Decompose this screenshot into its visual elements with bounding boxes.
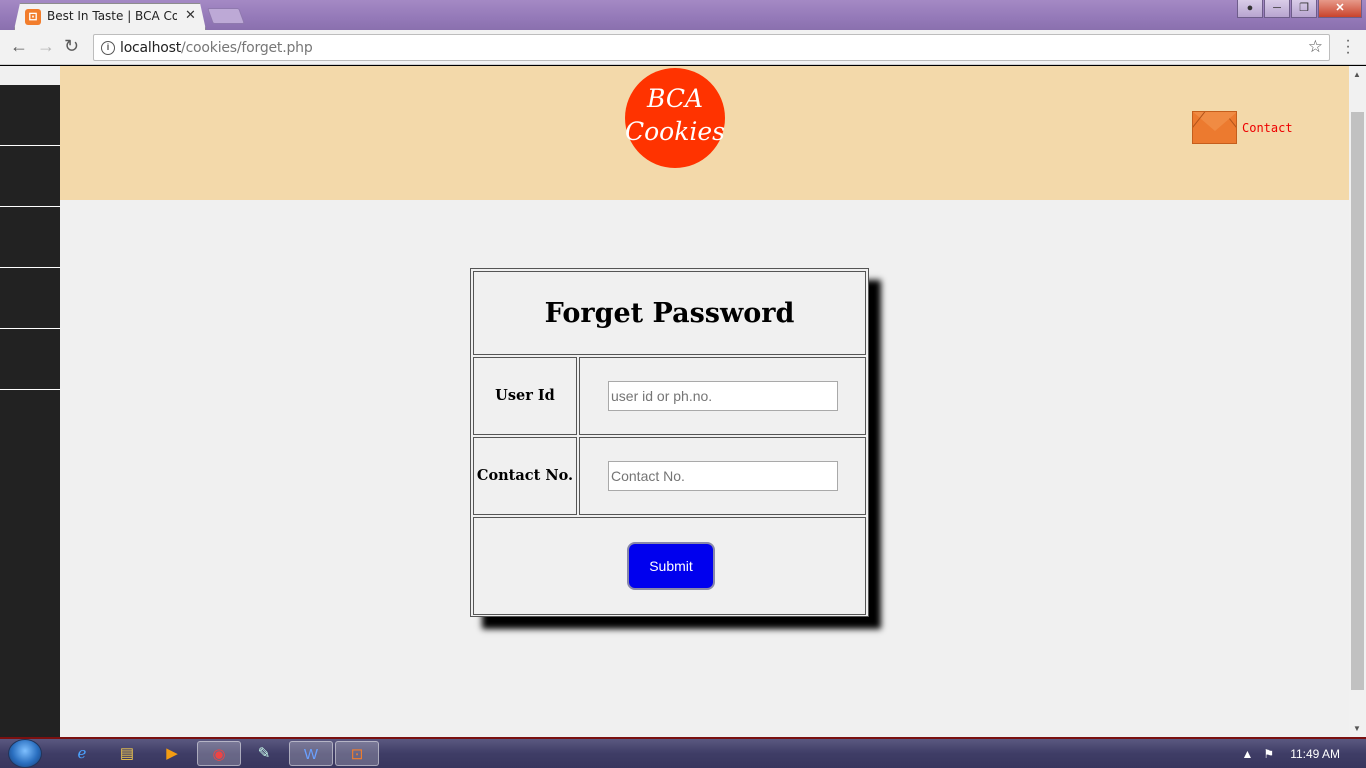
sidebar-item[interactable]: [0, 85, 60, 146]
tab-title: Best In Taste | BCA Cooki: [47, 9, 177, 23]
contact-label: Contact: [1242, 120, 1293, 135]
scroll-up-icon[interactable]: ▲: [1353, 70, 1361, 79]
logo-line2: Cookies: [625, 117, 725, 146]
contact-no-label: Contact No.: [473, 437, 577, 515]
browser-titlebar: ⊡ Best In Taste | BCA Cooki ✕ ● ─ ❐ ✕: [0, 0, 1366, 30]
mail-icon: [1192, 111, 1237, 144]
window-controls: ● ─ ❐ ✕: [1236, 0, 1362, 18]
taskbar: ℯ ▤ ▶ ◉ ✎ W ⊡ ▲ ⚑ 11:49 AM: [0, 739, 1366, 768]
new-tab-button[interactable]: [207, 8, 245, 24]
form-title: Forget Password: [473, 271, 866, 355]
scrollbar-thumb[interactable]: [1351, 112, 1364, 690]
folder-icon[interactable]: ▤: [105, 741, 149, 766]
contact-no-input[interactable]: [608, 461, 838, 491]
word-icon[interactable]: W: [289, 741, 333, 766]
sidebar-item[interactable]: [0, 268, 60, 329]
user-icon[interactable]: ●: [1237, 0, 1263, 18]
menu-icon[interactable]: · · ·: [1343, 33, 1353, 61]
logo-line1: BCA: [646, 84, 704, 113]
url-host: localhost: [120, 40, 182, 56]
forward-icon[interactable]: →: [37, 36, 55, 57]
chrome-icon[interactable]: ◉: [197, 741, 241, 766]
sidebar: [0, 85, 60, 737]
back-icon[interactable]: ←: [10, 36, 28, 57]
sidebar-item[interactable]: [0, 207, 60, 268]
browser-toolbar: ← → ↻ i localhost/cookies/forget.php ☆ ·…: [0, 30, 1366, 65]
scroll-down-icon[interactable]: ▼: [1353, 724, 1361, 733]
system-tray: ▲ ⚑ 11:49 AM: [1242, 739, 1366, 768]
page-viewport: BCA Cookies Contact Forget Password User…: [0, 66, 1349, 737]
contact-link[interactable]: Contact: [1192, 111, 1293, 144]
contact-no-cell: [579, 437, 866, 515]
close-icon[interactable]: ✕: [185, 7, 196, 23]
start-icon[interactable]: [8, 739, 42, 768]
info-icon[interactable]: i: [101, 41, 115, 55]
notepad-icon[interactable]: ✎: [242, 741, 286, 766]
tray-expand-icon[interactable]: ▲: [1242, 747, 1254, 761]
close-window-button[interactable]: ✕: [1318, 0, 1362, 18]
user-id-input[interactable]: [608, 381, 838, 411]
forget-password-form: Forget Password User Id Contact No. Subm…: [470, 268, 869, 617]
site-logo[interactable]: BCA Cookies: [625, 68, 725, 168]
reload-icon[interactable]: ↻: [64, 36, 79, 57]
address-bar[interactable]: i localhost/cookies/forget.php ☆: [93, 34, 1330, 61]
page-scrollbar[interactable]: ▲ ▼: [1349, 66, 1366, 737]
url-path: /cookies/forget.php: [181, 40, 313, 56]
flag-icon[interactable]: ⚑: [1263, 747, 1274, 761]
sidebar-item[interactable]: [0, 146, 60, 207]
user-id-cell: [579, 357, 866, 435]
minimize-button[interactable]: ─: [1264, 0, 1290, 18]
site-header: BCA Cookies Contact: [60, 66, 1349, 200]
clock[interactable]: 11:49 AM: [1290, 747, 1340, 761]
star-icon[interactable]: ☆: [1308, 37, 1323, 57]
ie-icon[interactable]: ℯ: [60, 741, 104, 766]
url-text: localhost/cookies/forget.php: [120, 40, 313, 56]
browser-tab[interactable]: ⊡ Best In Taste | BCA Cooki ✕: [14, 3, 206, 30]
submit-button[interactable]: Submit: [627, 542, 715, 590]
media-player-icon[interactable]: ▶: [150, 741, 194, 766]
sidebar-item[interactable]: [0, 329, 60, 390]
restore-button[interactable]: ❐: [1291, 0, 1317, 18]
xampp-icon[interactable]: ⊡: [335, 741, 379, 766]
user-id-label: User Id: [473, 357, 577, 435]
favicon-icon: ⊡: [25, 9, 41, 25]
